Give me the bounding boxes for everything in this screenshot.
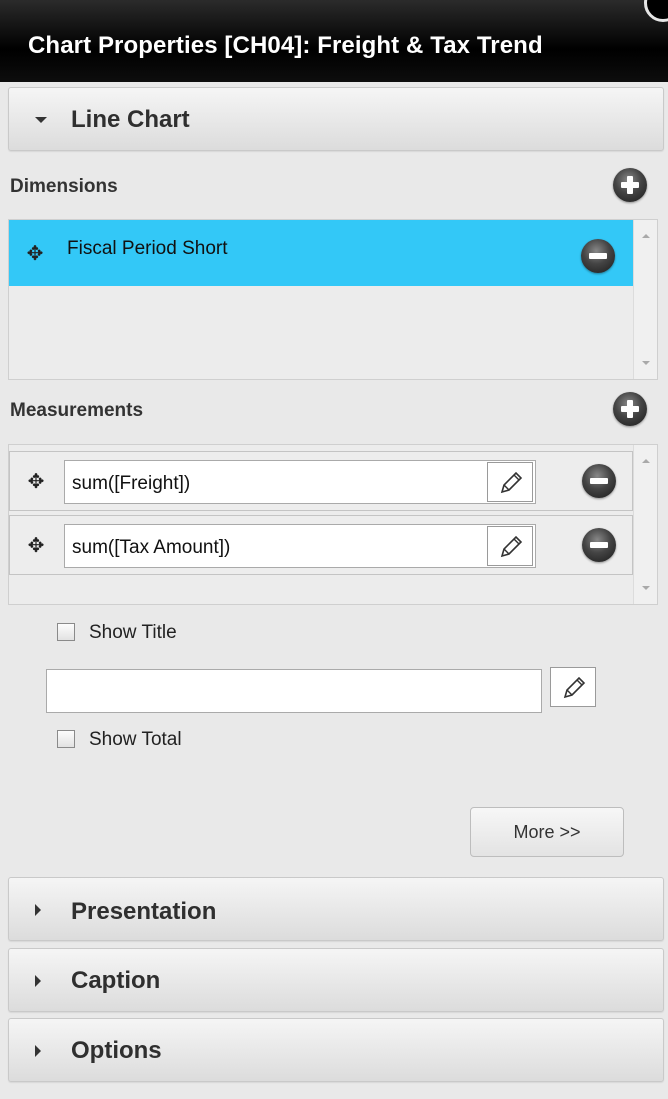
pencil-icon: [563, 676, 586, 699]
chevron-down-icon: [35, 117, 47, 123]
move-icon[interactable]: ✥: [26, 536, 46, 556]
add-measurement-button[interactable]: [613, 392, 647, 426]
dimensions-scrollbar[interactable]: [633, 220, 657, 379]
scroll-down-icon[interactable]: [642, 586, 650, 590]
measurements-list: ✥ sum([Freight]) ✥ sum([Tax Amount]): [8, 444, 658, 605]
remove-measurement-button[interactable]: [582, 464, 616, 498]
section-line-chart[interactable]: Line Chart: [8, 87, 664, 151]
show-title-checkbox[interactable]: [57, 623, 75, 641]
show-title-label: Show Title: [89, 622, 177, 643]
measurement-expression: sum([Freight]): [72, 473, 191, 494]
section-caption-label: Caption: [71, 967, 161, 994]
dimension-label: Fiscal Period Short: [67, 238, 228, 259]
show-total-checkbox[interactable]: [57, 730, 75, 748]
close-icon[interactable]: [644, 0, 668, 22]
measurements-heading: Measurements: [10, 400, 144, 421]
move-icon[interactable]: ✥: [25, 244, 45, 264]
measurements-scrollbar[interactable]: [633, 445, 657, 604]
edit-title-button[interactable]: [550, 667, 596, 707]
measurement-expression-field[interactable]: sum([Tax Amount]): [64, 524, 536, 568]
window-title: Chart Properties [CH04]: Freight & Tax T…: [28, 32, 543, 59]
edit-expression-button[interactable]: [487, 462, 533, 502]
chevron-right-icon: [35, 1045, 41, 1057]
scroll-down-icon[interactable]: [642, 361, 650, 365]
pencil-icon: [500, 535, 523, 558]
measurement-expression-field[interactable]: sum([Freight]): [64, 460, 536, 504]
remove-measurement-button[interactable]: [582, 528, 616, 562]
edit-expression-button[interactable]: [487, 526, 533, 566]
list-item[interactable]: ✥ Fiscal Period Short: [9, 220, 633, 286]
more-button[interactable]: More >>: [470, 807, 624, 857]
section-presentation[interactable]: Presentation: [8, 877, 664, 941]
scroll-up-icon[interactable]: [642, 459, 650, 463]
move-icon[interactable]: ✥: [26, 472, 46, 492]
remove-dimension-button[interactable]: [581, 239, 615, 273]
dimensions-list: ✥ Fiscal Period Short: [8, 219, 658, 380]
chevron-right-icon: [35, 975, 41, 987]
section-options-label: Options: [71, 1037, 162, 1064]
list-item: ✥ sum([Tax Amount]): [9, 515, 633, 575]
pencil-icon: [500, 471, 523, 494]
dimensions-heading: Dimensions: [10, 176, 118, 197]
measurement-expression: sum([Tax Amount]): [72, 537, 231, 558]
section-line-chart-label: Line Chart: [71, 106, 190, 133]
section-options[interactable]: Options: [8, 1018, 664, 1082]
chevron-right-icon: [35, 904, 41, 916]
scroll-up-icon[interactable]: [642, 234, 650, 238]
section-presentation-label: Presentation: [71, 898, 217, 925]
section-caption[interactable]: Caption: [8, 948, 664, 1012]
title-bar: Chart Properties [CH04]: Freight & Tax T…: [0, 0, 668, 82]
list-item: ✥ sum([Freight]): [9, 451, 633, 511]
show-total-label: Show Total: [89, 729, 182, 750]
add-dimension-button[interactable]: [613, 168, 647, 202]
title-field[interactable]: [46, 669, 542, 713]
